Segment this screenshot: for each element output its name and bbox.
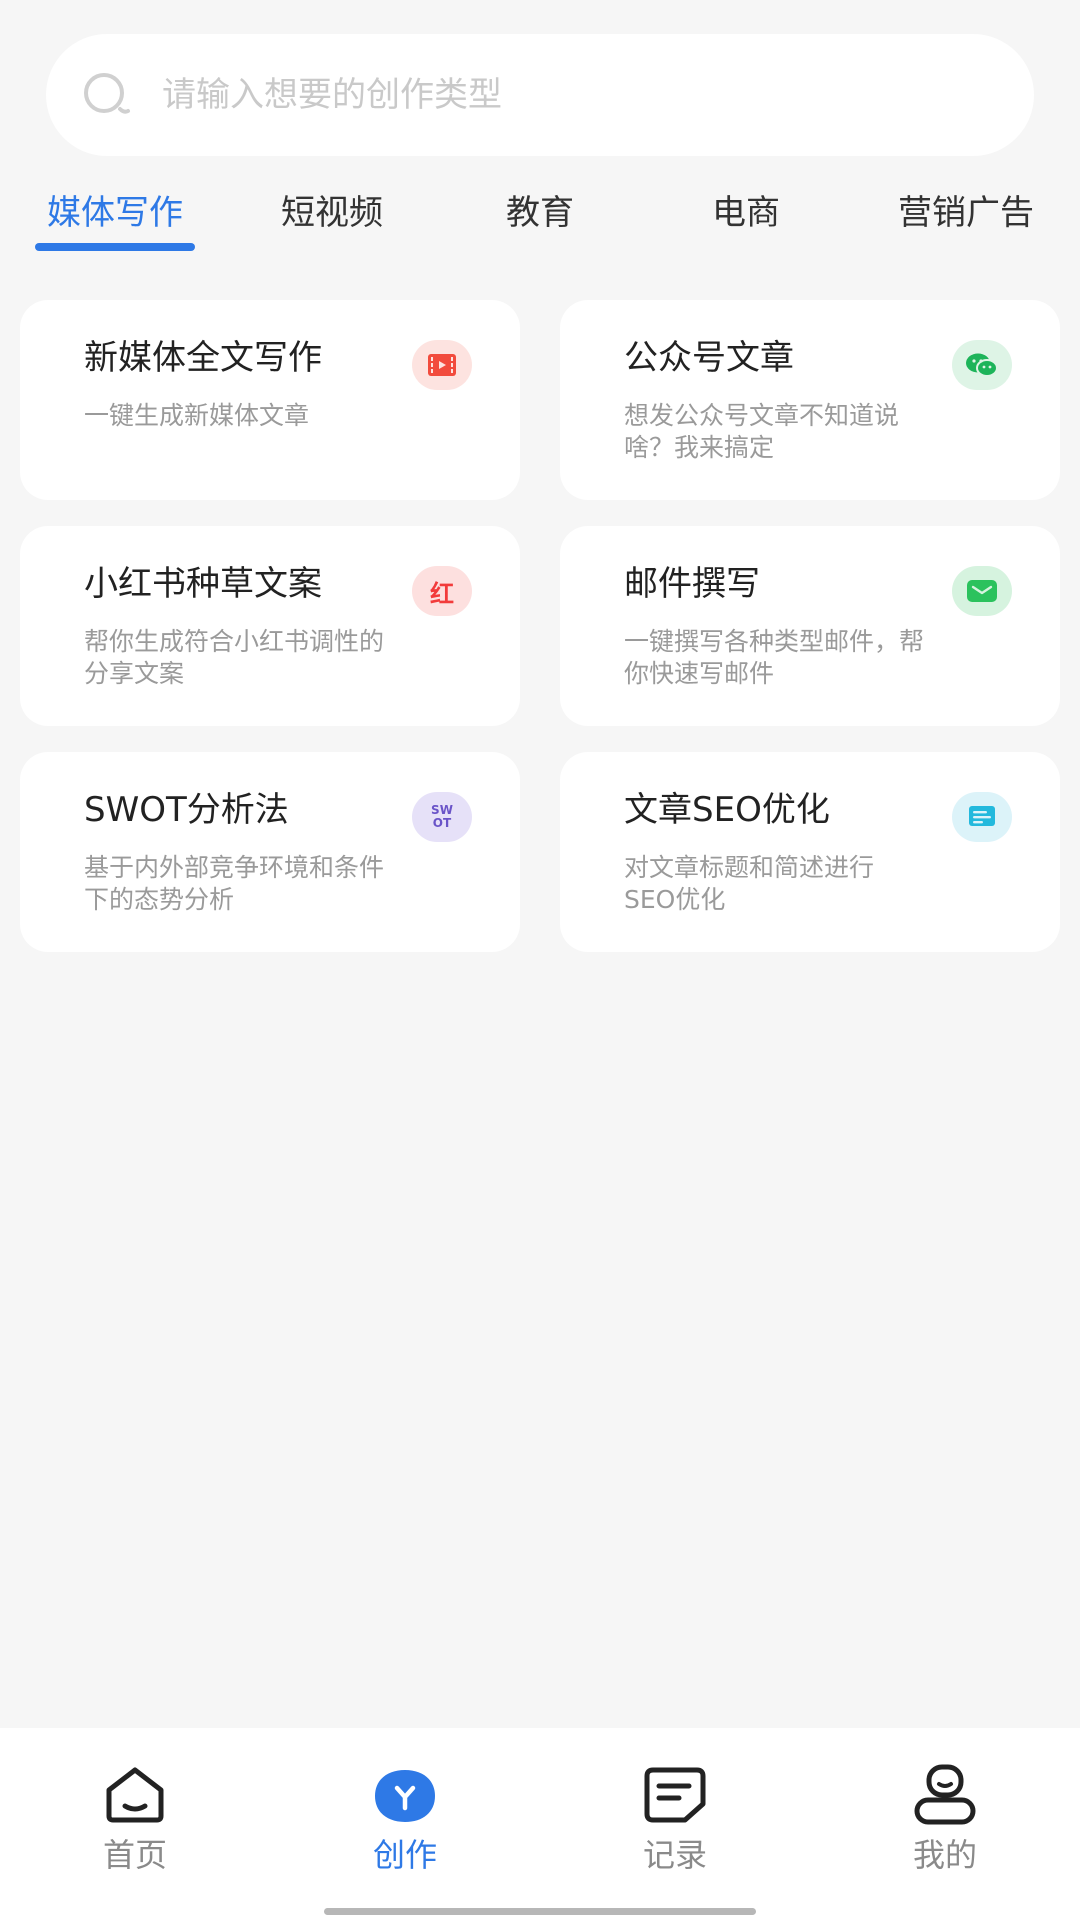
tab-media-writing[interactable]: 媒体写作 [35,185,195,265]
create-icon [372,1764,438,1826]
card-wechat-article[interactable]: 公众号文章 想发公众号文章不知道说啥？我来搞定 [560,300,1060,500]
card-title: 文章SEO优化 [624,790,830,830]
nav-label: 记录 [642,1836,707,1874]
wechat-icon [952,340,1012,390]
card-title: 新媒体全文写作 [84,338,322,378]
profile-icon [912,1764,978,1826]
card-title: 邮件撰写 [624,564,760,604]
category-tabs: 媒体写作 短视频 教育 电商 营销广告 [0,185,1080,265]
home-indicator[interactable] [324,1908,756,1915]
card-new-media-writing[interactable]: 新媒体全文写作 一键生成新媒体文章 [20,300,520,500]
records-icon [642,1764,708,1826]
tab-education[interactable]: 教育 [490,185,590,265]
nav-label: 首页 [102,1836,167,1874]
card-desc: 帮你生成符合小红书调性的分享文案 [84,627,385,688]
tab-ecommerce[interactable]: 电商 [696,185,796,265]
active-tab-indicator [35,243,195,251]
home-icon [102,1764,168,1826]
nav-label: 我的 [912,1836,977,1874]
card-desc: 基于内外部竞争环境和条件下的态势分析 [84,853,385,914]
card-email-writing[interactable]: 邮件撰写 一键撰写各种类型邮件，帮你快速写邮件 [560,526,1060,726]
nav-label: 创作 [372,1836,437,1874]
card-xiaohongshu-copy[interactable]: 小红书种草文案 帮你生成符合小红书调性的分享文案 红 [20,526,520,726]
bottom-nav: 首页 创作 记录 我的 [0,1728,1080,1920]
card-desc: 想发公众号文章不知道说啥？我来搞定 [624,401,900,462]
card-seo-optimization[interactable]: 文章SEO优化 对文章标题和简述进行SEO优化 [560,752,1060,952]
mail-icon [952,566,1012,616]
document-icon [952,792,1012,842]
search-bar[interactable] [46,34,1034,156]
card-desc: 一键生成新媒体文章 [84,401,310,430]
tab-marketing-ads[interactable]: 营销广告 [884,185,1048,265]
create-page: 媒体写作 短视频 教育 电商 营销广告 新媒体全文写作 一键生成新媒体文章 公众… [0,0,1080,1920]
nav-home[interactable]: 首页 [60,1764,210,1884]
card-desc: 对文章标题和简述进行SEO优化 [624,853,875,914]
card-desc: 一键撰写各种类型邮件，帮你快速写邮件 [624,627,925,688]
card-swot-analysis[interactable]: SWOT分析法 基于内外部竞争环境和条件下的态势分析 SW OT [20,752,520,952]
search-icon [80,67,136,123]
tab-short-video[interactable]: 短视频 [262,185,402,265]
card-title: 小红书种草文案 [84,564,322,604]
card-title: SWOT分析法 [84,790,289,830]
nav-profile[interactable]: 我的 [870,1764,1020,1884]
video-clapper-icon [412,340,472,390]
search-input[interactable] [162,75,922,115]
card-title: 公众号文章 [624,338,794,378]
nav-create[interactable]: 创作 [330,1764,480,1884]
nav-records[interactable]: 记录 [600,1764,750,1884]
swot-icon: SW OT [412,792,472,842]
xiaohongshu-icon: 红 [412,566,472,616]
